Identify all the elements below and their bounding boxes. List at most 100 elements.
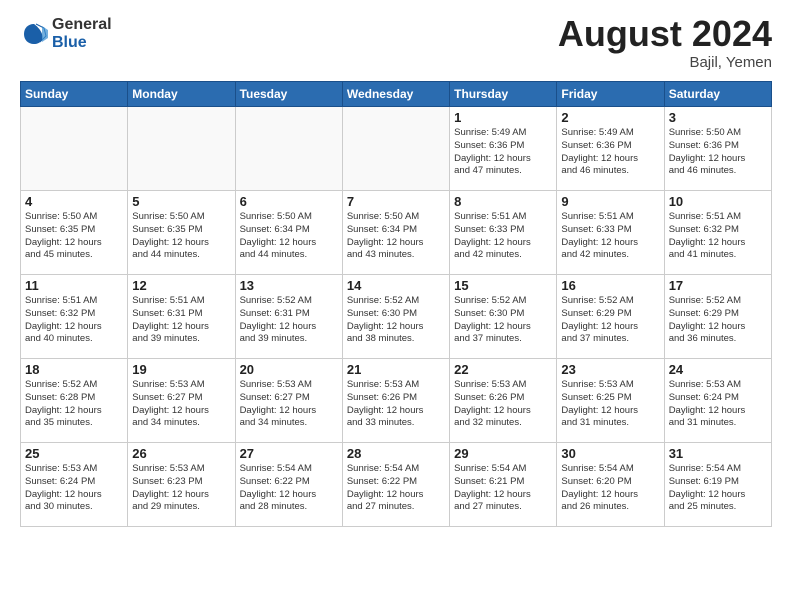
weekday-header: Monday — [128, 82, 235, 107]
cell-info: Sunrise: 5:52 AM Sunset: 6:29 PM Dayligh… — [669, 295, 767, 346]
title-block: August 2024 Bajil, Yemen — [558, 16, 772, 71]
day-number: 14 — [347, 278, 445, 293]
table-row: 8 Sunrise: 5:51 AM Sunset: 6:33 PM Daylig… — [450, 191, 557, 275]
cell-info: Sunrise: 5:53 AM Sunset: 6:26 PM Dayligh… — [347, 379, 445, 430]
table-row: 7 Sunrise: 5:50 AM Sunset: 6:34 PM Daylig… — [342, 191, 449, 275]
cell-info: Sunrise: 5:53 AM Sunset: 6:24 PM Dayligh… — [25, 463, 123, 514]
logo-general: General — [52, 16, 112, 33]
weekday-header: Sunday — [21, 82, 128, 107]
day-number: 2 — [561, 110, 659, 125]
cell-info: Sunrise: 5:54 AM Sunset: 6:22 PM Dayligh… — [347, 463, 445, 514]
cell-info: Sunrise: 5:51 AM Sunset: 6:33 PM Dayligh… — [561, 211, 659, 262]
table-row: 2 Sunrise: 5:49 AM Sunset: 6:36 PM Daylig… — [557, 107, 664, 191]
cell-info: Sunrise: 5:53 AM Sunset: 6:26 PM Dayligh… — [454, 379, 552, 430]
day-number: 31 — [669, 446, 767, 461]
day-number: 25 — [25, 446, 123, 461]
cell-info: Sunrise: 5:51 AM Sunset: 6:32 PM Dayligh… — [25, 295, 123, 346]
table-row: 1 Sunrise: 5:49 AM Sunset: 6:36 PM Daylig… — [450, 107, 557, 191]
table-row: 24 Sunrise: 5:53 AM Sunset: 6:24 PM Dayli… — [664, 359, 771, 443]
table-row: 26 Sunrise: 5:53 AM Sunset: 6:23 PM Dayli… — [128, 443, 235, 527]
cell-info: Sunrise: 5:51 AM Sunset: 6:33 PM Dayligh… — [454, 211, 552, 262]
cell-info: Sunrise: 5:52 AM Sunset: 6:30 PM Dayligh… — [454, 295, 552, 346]
calendar-week-row: 1 Sunrise: 5:49 AM Sunset: 6:36 PM Daylig… — [21, 107, 772, 191]
day-number: 15 — [454, 278, 552, 293]
cell-info: Sunrise: 5:50 AM Sunset: 6:35 PM Dayligh… — [25, 211, 123, 262]
cell-info: Sunrise: 5:53 AM Sunset: 6:23 PM Dayligh… — [132, 463, 230, 514]
weekday-header: Tuesday — [235, 82, 342, 107]
table-row — [235, 107, 342, 191]
weekday-header: Wednesday — [342, 82, 449, 107]
table-row: 9 Sunrise: 5:51 AM Sunset: 6:33 PM Daylig… — [557, 191, 664, 275]
table-row: 31 Sunrise: 5:54 AM Sunset: 6:19 PM Dayli… — [664, 443, 771, 527]
day-number: 30 — [561, 446, 659, 461]
table-row: 10Sunrise: 5:51 AM Sunset: 6:32 PM Dayli… — [664, 191, 771, 275]
logo-text: General Blue — [52, 16, 112, 51]
weekday-header: Thursday — [450, 82, 557, 107]
cell-info: Sunrise: 5:53 AM Sunset: 6:27 PM Dayligh… — [132, 379, 230, 430]
cell-info: Sunrise: 5:50 AM Sunset: 6:34 PM Dayligh… — [347, 211, 445, 262]
table-row: 23Sunrise: 5:53 AM Sunset: 6:25 PM Dayli… — [557, 359, 664, 443]
cell-info: Sunrise: 5:54 AM Sunset: 6:19 PM Dayligh… — [669, 463, 767, 514]
header: General Blue August 2024 Bajil, Yemen — [20, 16, 772, 71]
logo: General Blue — [20, 16, 112, 51]
day-number: 11 — [25, 278, 123, 293]
day-number: 21 — [347, 362, 445, 377]
day-number: 1 — [454, 110, 552, 125]
logo-blue: Blue — [52, 34, 87, 51]
table-row: 25 Sunrise: 5:53 AM Sunset: 6:24 PM Dayli… — [21, 443, 128, 527]
cell-info: Sunrise: 5:52 AM Sunset: 6:29 PM Dayligh… — [561, 295, 659, 346]
day-number: 5 — [132, 194, 230, 209]
day-number: 17 — [669, 278, 767, 293]
cell-info: Sunrise: 5:54 AM Sunset: 6:21 PM Dayligh… — [454, 463, 552, 514]
table-row: 16 Sunrise: 5:52 AM Sunset: 6:29 PM Dayli… — [557, 275, 664, 359]
table-row: 29Sunrise: 5:54 AM Sunset: 6:21 PM Dayli… — [450, 443, 557, 527]
day-number: 26 — [132, 446, 230, 461]
table-row: 11 Sunrise: 5:51 AM Sunset: 6:32 PM Dayli… — [21, 275, 128, 359]
page: General Blue August 2024 Bajil, Yemen Su… — [0, 0, 792, 537]
logo-icon — [20, 20, 48, 48]
table-row: 21 Sunrise: 5:53 AM Sunset: 6:26 PM Dayli… — [342, 359, 449, 443]
day-number: 23 — [561, 362, 659, 377]
calendar-week-row: 4 Sunrise: 5:50 AM Sunset: 6:35 PM Daylig… — [21, 191, 772, 275]
day-number: 18 — [25, 362, 123, 377]
day-number: 6 — [240, 194, 338, 209]
cell-info: Sunrise: 5:53 AM Sunset: 6:24 PM Dayligh… — [669, 379, 767, 430]
day-number: 8 — [454, 194, 552, 209]
day-number: 20 — [240, 362, 338, 377]
day-number: 27 — [240, 446, 338, 461]
table-row: 12 Sunrise: 5:51 AM Sunset: 6:31 PM Dayli… — [128, 275, 235, 359]
table-row: 18 Sunrise: 5:52 AM Sunset: 6:28 PM Dayli… — [21, 359, 128, 443]
cell-info: Sunrise: 5:50 AM Sunset: 6:34 PM Dayligh… — [240, 211, 338, 262]
day-number: 16 — [561, 278, 659, 293]
cell-info: Sunrise: 5:51 AM Sunset: 6:31 PM Dayligh… — [132, 295, 230, 346]
table-row: 5Sunrise: 5:50 AM Sunset: 6:35 PM Daylig… — [128, 191, 235, 275]
day-number: 24 — [669, 362, 767, 377]
cell-info: Sunrise: 5:49 AM Sunset: 6:36 PM Dayligh… — [454, 127, 552, 178]
month-year: August 2024 — [558, 16, 772, 52]
cell-info: Sunrise: 5:53 AM Sunset: 6:27 PM Dayligh… — [240, 379, 338, 430]
weekday-header: Saturday — [664, 82, 771, 107]
cell-info: Sunrise: 5:49 AM Sunset: 6:36 PM Dayligh… — [561, 127, 659, 178]
cell-info: Sunrise: 5:52 AM Sunset: 6:28 PM Dayligh… — [25, 379, 123, 430]
weekday-header-row: SundayMondayTuesdayWednesdayThursdayFrid… — [21, 82, 772, 107]
day-number: 12 — [132, 278, 230, 293]
day-number: 9 — [561, 194, 659, 209]
calendar-week-row: 18 Sunrise: 5:52 AM Sunset: 6:28 PM Dayli… — [21, 359, 772, 443]
day-number: 22 — [454, 362, 552, 377]
table-row — [342, 107, 449, 191]
calendar-week-row: 11 Sunrise: 5:51 AM Sunset: 6:32 PM Dayli… — [21, 275, 772, 359]
table-row: 6 Sunrise: 5:50 AM Sunset: 6:34 PM Daylig… — [235, 191, 342, 275]
table-row: 20 Sunrise: 5:53 AM Sunset: 6:27 PM Dayli… — [235, 359, 342, 443]
table-row: 14Sunrise: 5:52 AM Sunset: 6:30 PM Dayli… — [342, 275, 449, 359]
weekday-header: Friday — [557, 82, 664, 107]
day-number: 3 — [669, 110, 767, 125]
day-number: 28 — [347, 446, 445, 461]
calendar: SundayMondayTuesdayWednesdayThursdayFrid… — [20, 81, 772, 527]
table-row: 28 Sunrise: 5:54 AM Sunset: 6:22 PM Dayli… — [342, 443, 449, 527]
table-row: 19 Sunrise: 5:53 AM Sunset: 6:27 PM Dayli… — [128, 359, 235, 443]
table-row: 4 Sunrise: 5:50 AM Sunset: 6:35 PM Daylig… — [21, 191, 128, 275]
day-number: 13 — [240, 278, 338, 293]
day-number: 7 — [347, 194, 445, 209]
day-number: 19 — [132, 362, 230, 377]
day-number: 4 — [25, 194, 123, 209]
